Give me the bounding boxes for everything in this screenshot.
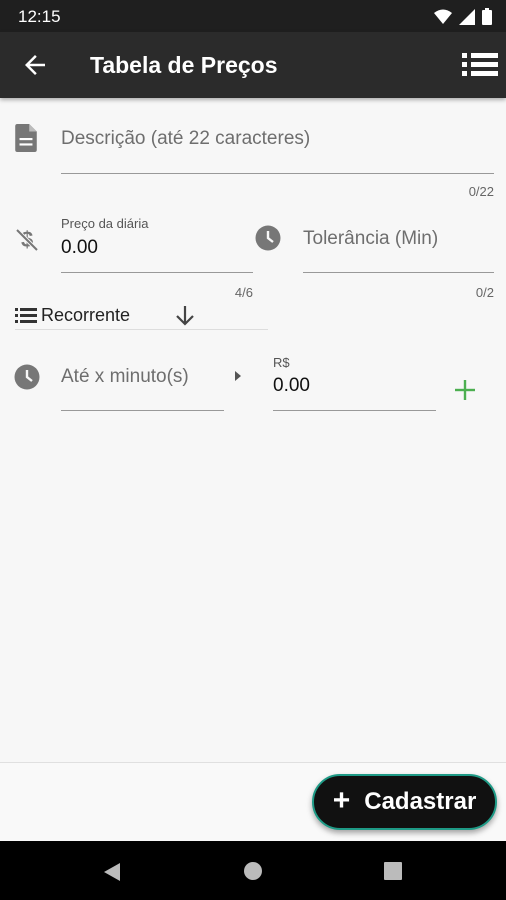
daily-price-underline [61, 272, 253, 273]
description-placeholder: Descrição (até 22 caracteres) [61, 128, 311, 149]
clock-icon [14, 364, 40, 390]
battery-icon [482, 8, 492, 25]
description-underline [61, 173, 494, 174]
cadastrar-button[interactable]: + Cadastrar [312, 774, 497, 830]
cadastrar-label: Cadastrar [364, 788, 477, 815]
page-title: Tabela de Preços [90, 52, 278, 78]
daily-price-value: 0.00 [61, 237, 98, 258]
plus-icon: + [332, 783, 351, 817]
document-icon [15, 124, 37, 152]
add-interval-button[interactable] [455, 380, 475, 400]
tolerance-counter: 0/2 [475, 285, 494, 300]
arrow-left-icon[interactable] [20, 50, 50, 80]
status-icons [434, 8, 492, 25]
signal-icon [459, 8, 475, 25]
system-nav-bar [0, 841, 506, 900]
recurrence-value: Recorrente [41, 305, 131, 325]
description-counter: 0/22 [468, 184, 494, 199]
caret-right-icon [235, 371, 241, 381]
price-value: 0.00 [273, 375, 310, 396]
app-bar: Tabela de Preços [0, 32, 506, 98]
nav-back-icon[interactable] [103, 862, 121, 882]
price-label: R$ [273, 355, 290, 370]
list-icon[interactable] [460, 48, 500, 82]
nav-home-icon[interactable] [243, 861, 263, 881]
money-off-icon: $ [16, 227, 38, 252]
daily-price-counter: 4/6 [234, 285, 253, 300]
list-icon [15, 308, 37, 323]
tolerance-underline [303, 272, 494, 273]
price-underline [273, 410, 436, 411]
wifi-icon [434, 9, 452, 24]
nav-recents-icon[interactable] [384, 862, 402, 880]
daily-price-label: Preço da diária [61, 216, 149, 231]
interval-underline [61, 410, 224, 411]
clock-icon [255, 225, 281, 251]
interval-placeholder: Até x minuto(s) [61, 366, 189, 387]
status-time: 12:15 [18, 7, 61, 26]
status-bar: 12:15 [0, 0, 506, 32]
recurrence-underline [15, 329, 268, 330]
tolerance-placeholder: Tolerância (Min) [303, 228, 439, 249]
arrow-down-icon [176, 306, 194, 326]
